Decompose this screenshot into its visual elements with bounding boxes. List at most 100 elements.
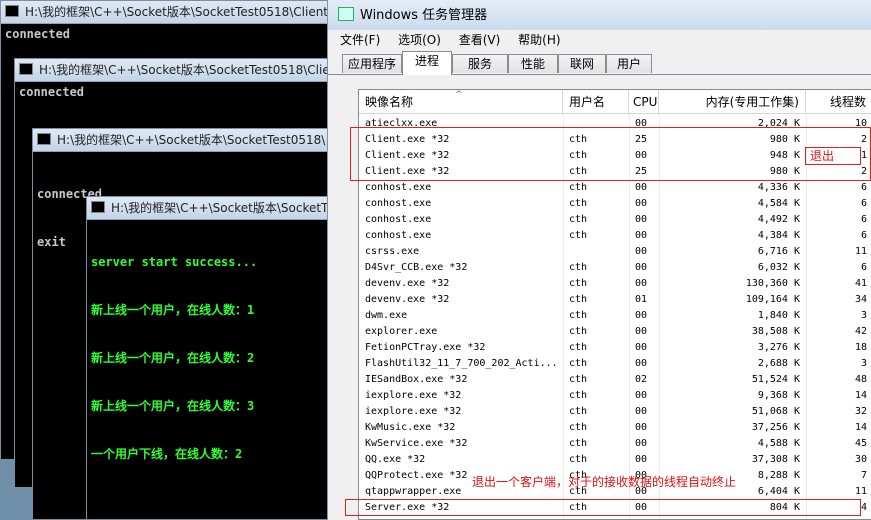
table-row[interactable]: conhost.exe cth 00 4,384 K6 bbox=[359, 228, 871, 244]
console-app-icon bbox=[5, 5, 19, 17]
process-user: cth bbox=[569, 182, 588, 193]
process-memory: 1,840 K bbox=[757, 310, 800, 321]
tab-strip: 应用程序 进程 服务 性能 联网 用户 bbox=[328, 50, 871, 75]
table-row[interactable]: KwMusic.exe *32 cth 00 37,256 K 14 bbox=[359, 420, 871, 436]
table-row[interactable]: conhost.exe cth 00 4,336 K6 bbox=[359, 180, 871, 196]
process-memory: 37,256 K bbox=[751, 422, 800, 433]
menu-file[interactable]: 文件(F) bbox=[340, 33, 380, 47]
tab-applications[interactable]: 应用程序 bbox=[342, 54, 402, 73]
console-title: H:\我的框架\C++\Socket版本\SocketTest0518\Clie… bbox=[25, 5, 333, 19]
process-name: conhost.exe bbox=[365, 214, 432, 225]
console-title: H:\我的框架\C++\Socket版本\SocketTest0518\ bbox=[57, 133, 326, 147]
process-user: cth bbox=[569, 454, 588, 465]
column-memory[interactable]: 内存(专用工作集) bbox=[659, 90, 806, 114]
tab-networking[interactable]: 联网 bbox=[558, 54, 606, 73]
table-row[interactable]: KwService.exe *32 cth 00 4,588 K 45 bbox=[359, 436, 871, 452]
process-memory: 4,492 K bbox=[757, 214, 800, 225]
table-row[interactable]: explorer.exe cth 00 38,508 K 42 bbox=[359, 324, 871, 340]
task-manager-icon bbox=[338, 7, 354, 21]
table-row[interactable]: conhost.exe cth 00 4,584 K6 bbox=[359, 196, 871, 212]
process-memory: 6,032 K bbox=[757, 262, 800, 273]
process-name: KwService.exe *32 bbox=[365, 438, 468, 449]
console-line: 一个用户下线，在线人数：2 bbox=[91, 447, 243, 461]
process-threads: 6 bbox=[860, 214, 867, 225]
task-manager-titlebar[interactable]: Windows 任务管理器 bbox=[328, 0, 871, 30]
clients-highlight-box bbox=[350, 127, 871, 181]
table-row[interactable]: FetionPCTray.exe *32 cth 00 3,276 K 18 bbox=[359, 340, 871, 356]
process-memory: 38,508 K bbox=[751, 326, 800, 337]
console-titlebar[interactable]: H:\我的框架\C++\Socket版本\SocketTest0518\Clie bbox=[15, 59, 339, 82]
process-threads: 45 bbox=[854, 438, 867, 449]
process-name: devenv.exe *32 bbox=[365, 294, 450, 305]
column-cpu[interactable]: CPU bbox=[629, 90, 659, 114]
console-titlebar[interactable]: H:\我的框架\C++\Socket版本\SocketTe bbox=[87, 197, 339, 220]
process-user: cth bbox=[569, 262, 588, 273]
server-note-annotation: 退出一个客户端，对于的接收数据的线程自动终止 bbox=[472, 475, 737, 489]
process-threads: 48 bbox=[854, 374, 867, 385]
process-threads: 18 bbox=[854, 342, 867, 353]
sort-arrow-icon: ^ bbox=[455, 90, 463, 100]
process-user: cth bbox=[569, 422, 588, 433]
process-name: QQ.exe *32 bbox=[365, 454, 426, 465]
process-user: cth bbox=[569, 390, 588, 401]
column-user[interactable]: 用户名 bbox=[563, 90, 629, 114]
table-row[interactable]: devenv.exe *32 cth 01 109,164 K 34 bbox=[359, 292, 871, 308]
process-user: cth bbox=[569, 230, 588, 241]
menu-options[interactable]: 选项(O) bbox=[398, 33, 441, 47]
process-name: KwMusic.exe *32 bbox=[365, 422, 456, 433]
menu-view[interactable]: 查看(V) bbox=[459, 33, 501, 47]
process-threads: 3 bbox=[860, 310, 867, 321]
table-row[interactable]: FlashUtil32_11_7_700_202_Acti... cth 00 2,6… bbox=[359, 356, 871, 372]
menu-help[interactable]: 帮助(H) bbox=[518, 33, 560, 47]
table-row[interactable]: dwm.exe cth 00 1,840 K3 bbox=[359, 308, 871, 324]
tab-services[interactable]: 服务 bbox=[452, 54, 508, 73]
table-row[interactable]: QQ.exe *32 cth 00 37,308 K 30 bbox=[359, 452, 871, 468]
tab-processes[interactable]: 进程 bbox=[402, 51, 452, 75]
exit-annotation: 退出 bbox=[810, 149, 835, 163]
table-row[interactable]: iexplore.exe *32 cth 00 51,068 K 32 bbox=[359, 404, 871, 420]
process-memory: 109,164 K bbox=[745, 294, 800, 305]
console-titlebar[interactable]: H:\我的框架\C++\Socket版本\SocketTest0518\Clie… bbox=[1, 1, 339, 24]
table-row[interactable]: devenv.exe *32 cth 00 130,360 K 41 bbox=[359, 276, 871, 292]
process-threads: 30 bbox=[854, 454, 867, 465]
menu-bar: 文件(F) 选项(O) 查看(V) 帮助(H) bbox=[328, 30, 871, 50]
process-name: IESandBox.exe *32 bbox=[365, 374, 468, 385]
column-threads[interactable]: 线程数 bbox=[806, 90, 871, 114]
table-row[interactable]: conhost.exe cth 00 4,492 K6 bbox=[359, 212, 871, 228]
process-user: cth bbox=[569, 358, 588, 369]
server-console: H:\我的框架\C++\Socket版本\SocketTe server sta… bbox=[86, 196, 340, 520]
console-app-icon bbox=[91, 201, 105, 213]
table-row[interactable]: D4Svr_CCB.exe *32 cth 00 6,032 K6 bbox=[359, 260, 871, 276]
console-line: server start success... bbox=[91, 255, 258, 269]
console-line: connected bbox=[19, 85, 85, 99]
process-user: cth bbox=[569, 406, 588, 417]
process-threads: 42 bbox=[854, 326, 867, 337]
table-row[interactable]: csrss.exe 00 6,716 K 11 bbox=[359, 244, 871, 260]
console-titlebar[interactable]: H:\我的框架\C++\Socket版本\SocketTest0518\ bbox=[33, 129, 339, 152]
process-name: conhost.exe bbox=[365, 182, 432, 193]
tab-users[interactable]: 用户 bbox=[606, 54, 652, 73]
tab-performance[interactable]: 性能 bbox=[508, 54, 558, 73]
process-user: cth bbox=[569, 294, 588, 305]
process-memory: 4,384 K bbox=[757, 230, 800, 241]
process-user: cth bbox=[569, 326, 588, 337]
process-user: cth bbox=[569, 374, 588, 385]
process-name: conhost.exe bbox=[365, 230, 432, 241]
console-app-icon bbox=[37, 133, 51, 145]
table-row[interactable]: iexplore.exe *32 cth 00 9,368 K 14 bbox=[359, 388, 871, 404]
server-highlight-box bbox=[345, 499, 861, 516]
process-threads: 6 bbox=[860, 230, 867, 241]
process-user: cth bbox=[569, 198, 588, 209]
console-line: 新上线一个用户，在线人数：2 bbox=[91, 351, 255, 365]
console-line: 新上线一个用户，在线人数：1 bbox=[91, 303, 255, 317]
column-image-name[interactable]: 映像名称 ^ bbox=[359, 90, 563, 114]
process-name: conhost.exe bbox=[365, 198, 432, 209]
process-user: cth bbox=[569, 310, 588, 321]
process-name: iexplore.exe *32 bbox=[365, 406, 462, 417]
process-threads: 6 bbox=[860, 262, 867, 273]
process-user: cth bbox=[569, 214, 588, 225]
console-app-icon bbox=[19, 63, 33, 75]
process-name: devenv.exe *32 bbox=[365, 278, 450, 289]
process-memory: 51,524 K bbox=[751, 374, 800, 385]
table-row[interactable]: IESandBox.exe *32 cth 02 51,524 K 48 bbox=[359, 372, 871, 388]
